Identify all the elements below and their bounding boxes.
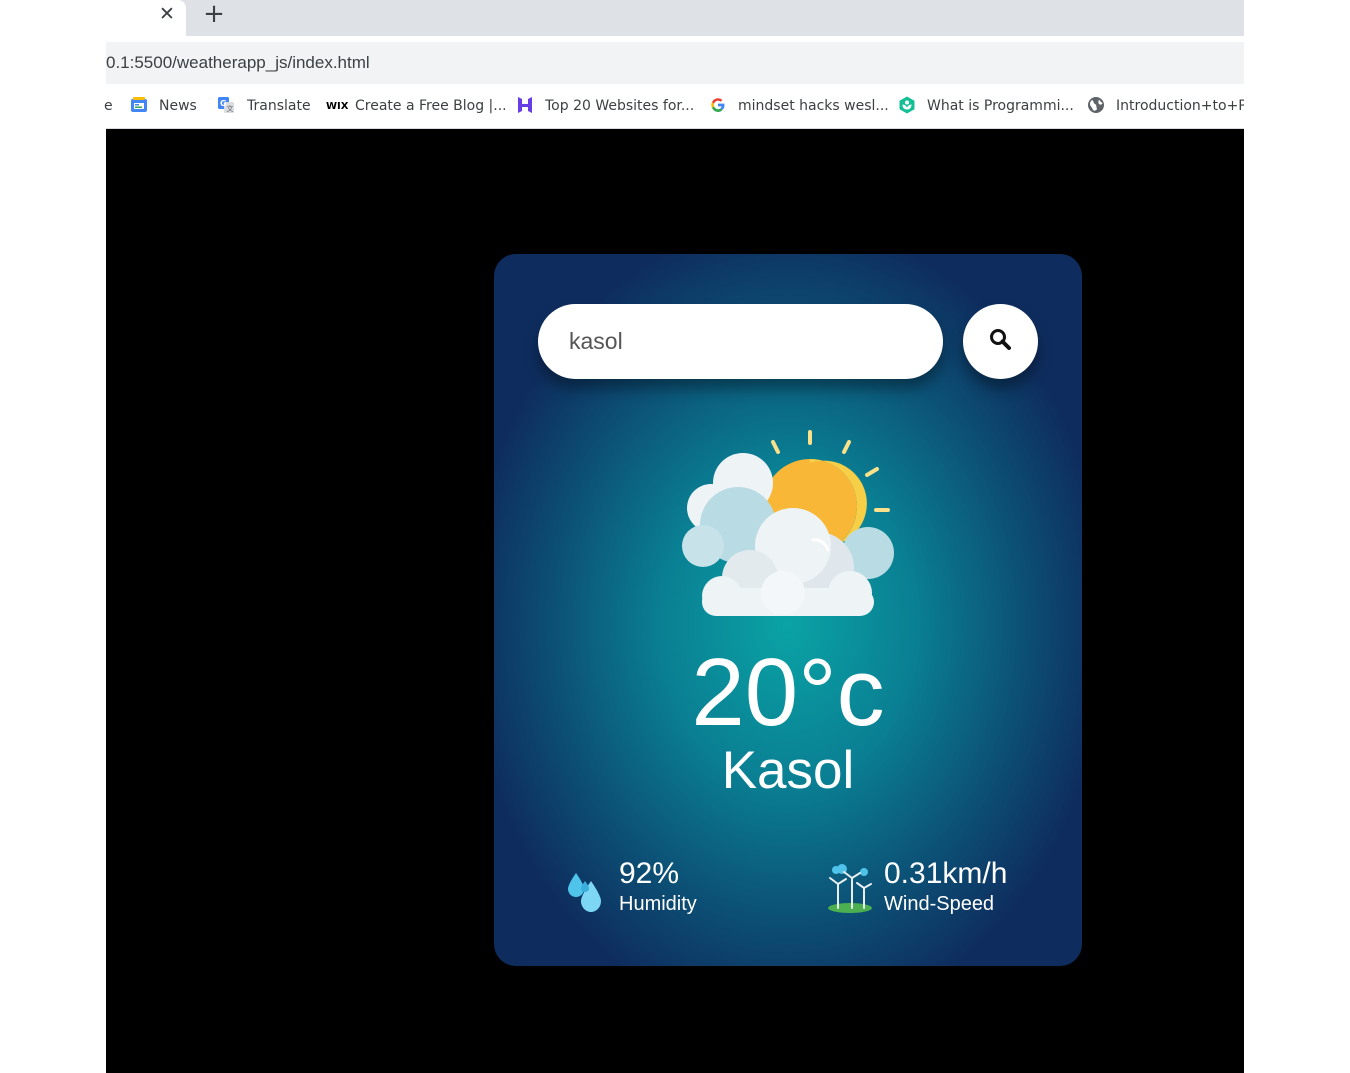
svg-text:文: 文: [227, 104, 234, 113]
wix-icon: WIX: [326, 101, 348, 112]
bookmark-truncated[interactable]: e: [104, 96, 113, 116]
bookmark-top-20-websites[interactable]: Top 20 Websites for...: [545, 96, 694, 116]
hostinger-icon: [518, 97, 532, 113]
search-icon: [990, 329, 1011, 350]
water-drops-icon: [568, 873, 601, 912]
google-news-icon: [131, 97, 147, 112]
sun-behind-clouds-icon: [682, 430, 894, 616]
tab-strip: [106, 0, 1244, 36]
globe-icon: [1088, 97, 1104, 113]
bookmark-news[interactable]: News: [159, 96, 197, 116]
wind-turbines-icon: [828, 864, 872, 913]
bookmark-what-is-programming[interactable]: What is Programmi...: [927, 96, 1074, 116]
svg-text:WIX: WIX: [326, 101, 348, 112]
bookmark-introduction[interactable]: Introduction+to+Pr: [1116, 96, 1244, 116]
bookmark-mindset-hacks[interactable]: mindset hacks wesl...: [738, 96, 889, 116]
city-search-input[interactable]: [538, 304, 943, 379]
address-url[interactable]: 0.1:5500/weatherapp_js/index.html: [106, 52, 370, 74]
city-name: Kasol: [721, 741, 855, 800]
humidity-label: Humidity: [619, 893, 697, 915]
humidity-value: 92%: [619, 857, 680, 890]
khan-academy-icon: [899, 96, 915, 114]
wind-speed-label: Wind-Speed: [884, 893, 995, 915]
bookmark-translate[interactable]: Translate: [247, 96, 311, 116]
google-translate-icon: G 文: [218, 97, 234, 113]
wind-speed-value: 0.31km/h: [884, 857, 1008, 890]
search-button[interactable]: [963, 304, 1038, 379]
bookmark-wix-blog[interactable]: Create a Free Blog |...: [355, 96, 507, 116]
tab-close-icon[interactable]: ✕: [156, 3, 178, 25]
google-icon: [711, 98, 725, 112]
temperature: 20°c: [691, 639, 885, 746]
new-tab-button[interactable]: +: [202, 1, 226, 27]
